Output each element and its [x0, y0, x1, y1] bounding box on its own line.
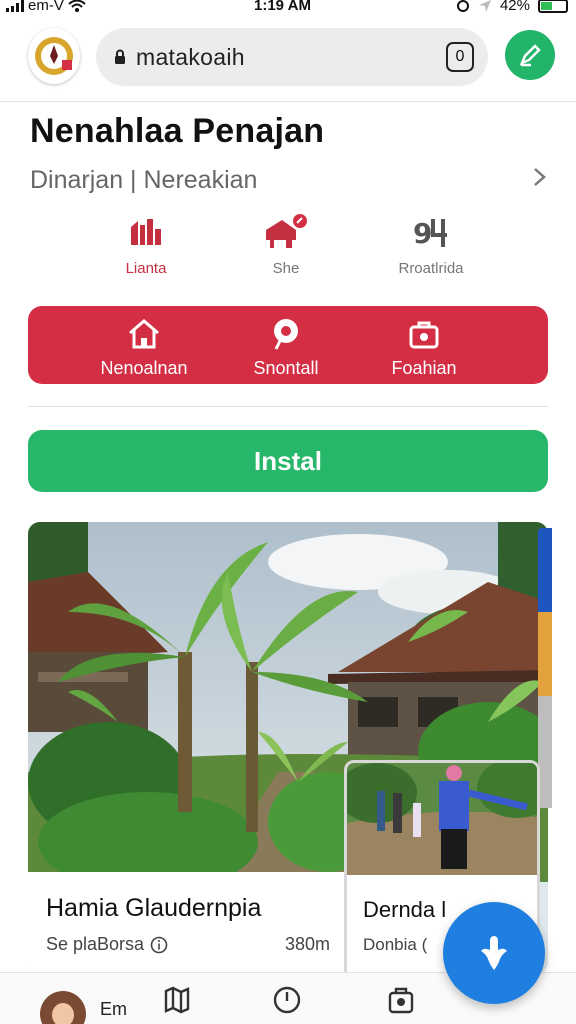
- card-title: Hamia Glaudernpia: [46, 894, 262, 922]
- action-bar: Nenoalnan Snontall Foahian: [28, 306, 548, 384]
- status-left: em-V: [6, 0, 86, 14]
- shopping-bag-icon[interactable]: [386, 985, 416, 1015]
- nav-user-label[interactable]: Em: [100, 999, 127, 1020]
- card-meta-text: Se plaBorsa: [46, 934, 145, 954]
- chevron-right-icon[interactable]: [532, 166, 548, 188]
- install-button[interactable]: Instal: [28, 430, 548, 492]
- card-info: Hamia Glaudernpia Se plaBorsa 380m: [28, 872, 348, 974]
- info-icon[interactable]: [150, 936, 168, 954]
- building-icon: [131, 219, 161, 245]
- people-photo: [347, 763, 537, 875]
- quick-link-lianta[interactable]: Lianta: [76, 212, 216, 277]
- next-card-edge[interactable]: [538, 528, 552, 808]
- url-text[interactable]: matakoaih: [136, 44, 446, 71]
- svg-text:9: 9: [413, 217, 432, 250]
- action-snontall[interactable]: Snontall: [216, 316, 356, 379]
- voice-assistant-button[interactable]: [443, 902, 545, 1004]
- wifi-icon: [68, 0, 86, 12]
- card-distance: 380m: [284, 934, 330, 954]
- number-icon: 9: [413, 217, 447, 250]
- bag-icon: [409, 321, 439, 349]
- address-bar[interactable]: matakoaih 0: [96, 28, 488, 86]
- action-label: Nenoalnan: [100, 358, 188, 378]
- divider: [28, 406, 548, 407]
- home-icon: [129, 319, 159, 349]
- quick-link-she[interactable]: She: [216, 212, 356, 277]
- carrier-label: em-V: [28, 0, 64, 14]
- action-foahian[interactable]: Foahian: [354, 316, 494, 379]
- quick-link-label: Rroatlrida: [398, 260, 464, 277]
- compass-icon[interactable]: [272, 985, 302, 1015]
- side-card-meta: Donbia (: [363, 935, 428, 954]
- action-nenoalnan[interactable]: Nenoalnan: [74, 316, 214, 379]
- lock-icon: [115, 49, 125, 64]
- location-icon: [274, 319, 298, 350]
- site-logo[interactable]: [28, 28, 80, 84]
- action-label: Foahian: [391, 358, 457, 378]
- status-right: 42%: [456, 0, 568, 14]
- map-icon[interactable]: [162, 985, 192, 1015]
- page-subtitle: Dinarjan | Nereakian: [30, 166, 258, 194]
- action-label: Snontall: [253, 358, 319, 378]
- quick-links: Lianta She 9 Rroatlrida: [0, 212, 576, 286]
- alarm-icon: [456, 0, 469, 12]
- battery-icon: [538, 0, 568, 13]
- signal-icon: [6, 0, 24, 12]
- status-bar: em-V 1:19 AM 42%: [0, 0, 576, 16]
- avatar[interactable]: [40, 991, 86, 1024]
- clock: 1:19 AM: [254, 0, 311, 14]
- tab-switcher-button[interactable]: 0: [446, 42, 474, 72]
- quick-link-label: Lianta: [125, 260, 167, 277]
- card-meta: Se plaBorsa: [46, 934, 168, 955]
- pencil-icon: [519, 44, 541, 67]
- page-title: Nenahlaa Penajan: [30, 112, 325, 150]
- quick-link-rroatlrida[interactable]: 9 Rroatlrida: [361, 212, 501, 277]
- hand-icon: [481, 936, 507, 970]
- browser-toolbar: matakoaih 0: [0, 16, 576, 102]
- quick-link-label: She: [272, 260, 300, 277]
- edit-button[interactable]: [505, 30, 555, 80]
- location-arrow-icon: [478, 0, 491, 12]
- battery-percent: 42%: [499, 0, 530, 14]
- emblem-icon: [35, 37, 73, 75]
- side-card-title: Dernda l: [363, 897, 447, 922]
- home-pin-icon: [266, 212, 309, 248]
